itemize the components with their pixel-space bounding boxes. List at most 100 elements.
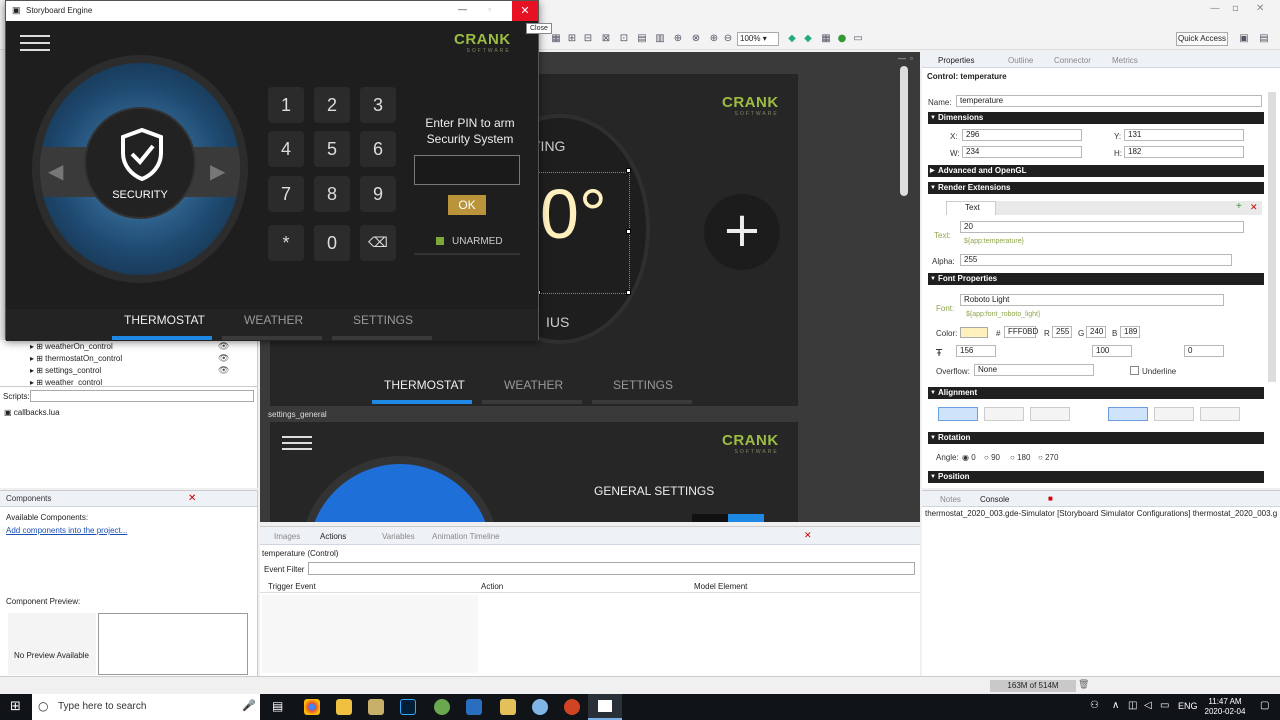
tab-metrics[interactable]: Metrics (1112, 56, 1138, 65)
visibility-eye-icon[interactable]: 👁 (218, 366, 229, 376)
visibility-eye-icon[interactable]: 👁 (218, 342, 229, 352)
font-select[interactable]: Roboto Light (960, 294, 1224, 306)
zoom-out-icon[interactable]: ⊖ (722, 33, 734, 45)
microphone-icon[interactable]: 🎤 (242, 699, 256, 712)
angle-option-0[interactable]: ◉ 0 (962, 453, 976, 462)
zoom-in-icon[interactable]: ⊕ (708, 33, 720, 45)
tab-settings[interactable]: SETTINGS (353, 313, 413, 327)
align-middle-button[interactable] (1154, 407, 1194, 421)
key-2[interactable]: 2 (314, 87, 350, 123)
toolbar-icon[interactable]: ▥ (654, 33, 666, 45)
taskbar-search[interactable]: ○ Type here to search 🎤 (32, 694, 260, 720)
tab-thermostat[interactable]: THERMOSTAT (124, 313, 205, 327)
toolbar-icon[interactable]: ⊡ (618, 33, 630, 45)
trash-icon[interactable]: 🗑 (1078, 679, 1089, 690)
people-icon[interactable]: ⚇ (1090, 700, 1099, 711)
tab-properties[interactable]: Properties (938, 56, 974, 65)
key-star[interactable]: * (268, 225, 304, 261)
tab-console[interactable]: Console (980, 495, 1009, 504)
plus-icon[interactable]: + (704, 194, 780, 270)
tab-variables[interactable]: Variables (382, 532, 415, 541)
arrow-left-icon[interactable]: ◀ (48, 159, 63, 183)
section-font[interactable]: Font Properties (928, 273, 1264, 285)
tree-item[interactable]: ▸ ⊞ weather_control (30, 378, 102, 385)
va-field[interactable]: 0 (1184, 345, 1224, 357)
active-app[interactable] (588, 694, 622, 720)
tag-icon[interactable]: ◆ (786, 33, 798, 45)
section-position[interactable]: Position (928, 471, 1264, 483)
close-icon[interactable]: ✕ (1256, 3, 1264, 14)
chrome-icon[interactable] (304, 699, 320, 715)
security-button[interactable]: SECURITY (84, 107, 196, 219)
toggle-switch[interactable] (692, 514, 764, 522)
section-advanced[interactable]: Advanced and OpenGL (928, 165, 1264, 177)
underline-checkbox[interactable] (1130, 366, 1139, 375)
angle-option-180[interactable]: ○ 180 (1010, 453, 1030, 462)
tab-actions[interactable]: Actions (320, 532, 346, 541)
tab-connector[interactable]: Connector (1054, 56, 1091, 65)
x-field[interactable]: 296 (962, 129, 1082, 141)
key-8[interactable]: 8 (314, 176, 350, 212)
hamburger-icon[interactable] (282, 436, 312, 450)
app-icon[interactable] (368, 699, 384, 715)
toolbar-icon[interactable]: ⊞ (566, 33, 578, 45)
selection-box[interactable] (538, 172, 630, 294)
section-alignment[interactable]: Alignment (928, 387, 1264, 399)
tab-notes[interactable]: Notes (940, 495, 961, 504)
toolbar-icon[interactable]: ⊟ (582, 33, 594, 45)
opacity-field[interactable]: 100 (1092, 345, 1132, 357)
tab-thermostat[interactable]: THERMOSTAT (384, 378, 465, 392)
key-5[interactable]: 5 (314, 131, 350, 167)
close-icon[interactable]: ✕ (1250, 202, 1258, 213)
align-top-button[interactable] (1108, 407, 1148, 421)
crank-app-icon[interactable] (434, 699, 450, 715)
column-action[interactable]: Action (481, 582, 503, 591)
key-0[interactable]: 0 (314, 225, 350, 261)
y-field[interactable]: 131 (1124, 129, 1244, 141)
b-field[interactable]: 189 (1120, 326, 1140, 338)
notifications-icon[interactable]: ▢ (1260, 700, 1269, 711)
key-9[interactable]: 9 (360, 176, 396, 212)
quick-access-input[interactable]: Quick Access (1176, 32, 1228, 46)
app-icon[interactable] (466, 699, 482, 715)
tree-item[interactable]: ▸ ⊞ thermostatOn_control (30, 354, 122, 363)
tree-item[interactable]: ▸ ⊞ weatherOn_control (30, 342, 113, 351)
section-dimensions[interactable]: Dimensions (928, 112, 1264, 124)
toolbar-icon[interactable]: ▤ (636, 33, 648, 45)
powerpoint-icon[interactable] (564, 699, 580, 715)
file-explorer-icon[interactable] (336, 699, 352, 715)
key-6[interactable]: 6 (360, 131, 396, 167)
tab-images[interactable]: Images (274, 532, 300, 541)
run-icon[interactable]: ● (836, 33, 848, 45)
name-field[interactable]: temperature (956, 95, 1262, 107)
resize-handle[interactable] (626, 168, 631, 173)
align-center-button[interactable] (984, 407, 1024, 421)
g-field[interactable]: 240 (1086, 326, 1106, 338)
scripts-input[interactable] (30, 390, 254, 402)
event-filter-input[interactable] (308, 562, 915, 575)
backspace-icon[interactable]: ⌫ (360, 225, 396, 261)
clock[interactable]: 11:47 AM 2020-02-04 (1200, 697, 1250, 717)
hamburger-icon[interactable] (20, 35, 50, 51)
components-title[interactable]: Components (6, 494, 51, 503)
stop-icon[interactable]: ■ (1048, 494, 1053, 503)
script-file[interactable]: ▣ callbacks.lua (4, 408, 60, 417)
maximize-icon[interactable]: ▫ (910, 54, 913, 63)
column-model-element[interactable]: Model Element (694, 582, 747, 591)
keyboard-icon[interactable]: ▭ (1160, 700, 1169, 711)
close-icon[interactable]: ✕ (188, 493, 196, 504)
w-field[interactable]: 234 (962, 146, 1082, 158)
properties-scrollbar[interactable] (1268, 92, 1276, 382)
close-button[interactable]: ✕ (512, 1, 538, 21)
key-7[interactable]: 7 (268, 176, 304, 212)
canvas-scrollbar[interactable] (900, 66, 908, 196)
text-tab[interactable]: Text (946, 201, 996, 215)
tab-outline[interactable]: Outline (1008, 56, 1033, 65)
minimize-icon[interactable]: — (898, 54, 908, 63)
tab-settings[interactable]: SETTINGS (613, 378, 673, 392)
resize-handle[interactable] (626, 290, 631, 295)
visibility-eye-icon[interactable]: 👁 (218, 354, 229, 364)
perspective-icon[interactable]: ▣ (1238, 33, 1250, 45)
ok-button[interactable]: OK (448, 195, 486, 215)
color-swatch[interactable] (960, 327, 988, 338)
